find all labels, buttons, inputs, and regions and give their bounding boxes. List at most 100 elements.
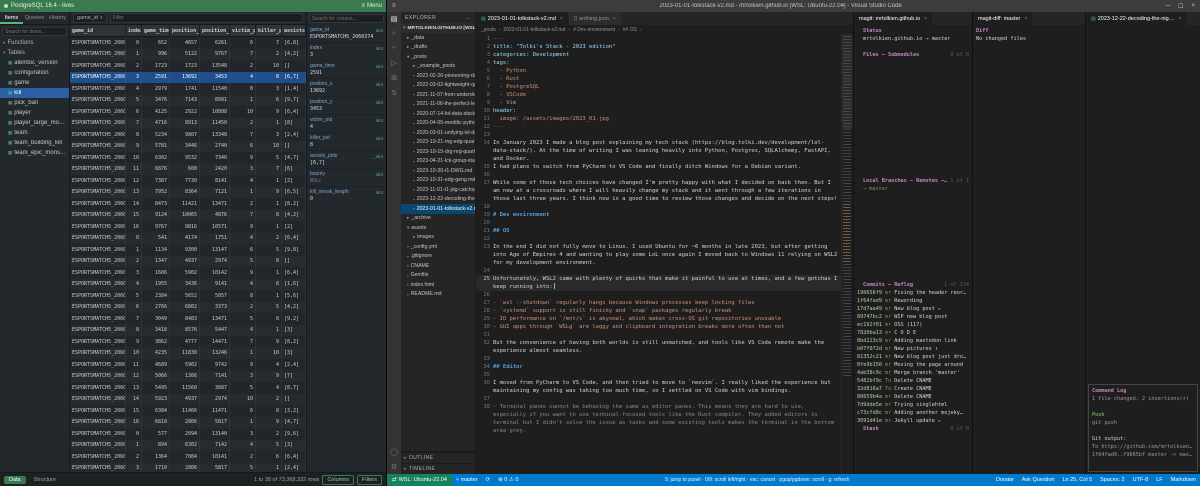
magit-diff-pane[interactable]: Diff No changed files (973, 25, 1085, 474)
column-search-input[interactable] (309, 14, 384, 23)
table-list-item[interactable]: ▦ team (0, 128, 69, 138)
magit-line[interactable]: c73cfd8c mr Adding another mojeky… (857, 409, 969, 417)
minimap[interactable] (841, 34, 853, 474)
grid-row[interactable]: ESPORTSMATCH5_2060334 5 2384 5652 5057 8… (70, 290, 306, 302)
grid-row[interactable]: ESPORTSMATCH5_2060375 1 894 6302 7142 4 … (70, 440, 306, 452)
statusbar-item[interactable]: ⟳ (482, 477, 495, 483)
tree-item[interactable]: ▪ 2022-03-02-lightweight-qa-buil… (401, 81, 475, 91)
detail-field[interactable]: game_time int4 2591 (307, 61, 386, 79)
tree-item[interactable]: ▪ .gitignore (401, 252, 475, 262)
tree-item[interactable]: ▪ 2023-10-21-mg-edg-quarterfin… (401, 138, 475, 148)
more-actions-icon[interactable]: … (466, 15, 472, 21)
grid-row[interactable]: ESPORTSMATCH5_2060374 1 996 5122 9767 7 … (70, 49, 306, 61)
magit-line[interactable]: Status (857, 27, 969, 35)
tree-item[interactable]: ▪ CNAME (401, 261, 475, 271)
tree-item[interactable]: ▾ assets (401, 223, 475, 233)
grid-row[interactable]: ESPORTSMATCH5_2060334 12 5066 1366 7141 … (70, 371, 306, 383)
statusbar-item[interactable]: Spaces: 2 (1096, 477, 1128, 483)
grid-row[interactable]: ESPORTSMATCH5_2060334 3 1606 5902 10142 … (70, 267, 306, 279)
tree-item[interactable]: ▸ _example_posts (401, 62, 475, 72)
timeline-section[interactable]: ▸ TIMELINE (401, 463, 475, 474)
tree-item[interactable]: ▪ 2022-02-26-pioneering-data-dri… (401, 71, 475, 81)
functions-section-header[interactable]: ▸ Functions (0, 38, 69, 48)
editor-tab[interactable]: magit-diff: master × (973, 12, 1033, 25)
grid-row[interactable]: ESPORTSMATCH5_2060374 10 6302 9532 7340 … (70, 152, 306, 164)
magit-line[interactable]: 3091d41e mr Jekyll update ✏ (857, 417, 969, 425)
magit-line[interactable]: ec192f01 mr OSS (117) (857, 321, 969, 329)
grid-row[interactable]: ESPORTSMATCH5_2060334 1 1134 9300 13147 … (70, 244, 306, 256)
magit-line[interactable]: Files — Submodules 0 of 0 (857, 51, 969, 59)
magit-line[interactable]: 0fe9b150 mr Moving the page around (857, 361, 969, 369)
editor-area[interactable]: 1 --- 2 title: "Tolki's Stack - 2023 edi… (476, 34, 853, 474)
grid-row[interactable]: ESPORTSMATCH5_2060334 9 3862 4777 14471 … (70, 336, 306, 348)
table-list-item[interactable]: ▦ player (0, 108, 69, 118)
grid-column-header[interactable]: assists_p (282, 25, 306, 36)
grid-row[interactable]: ESPORTSMATCH5_2060374 16 9767 9816 10571… (70, 221, 306, 233)
magit-line[interactable]: 196656f9 mr Fixing the header reor… (857, 289, 969, 297)
tree-item[interactable]: ▪ 2020-07-14-lol-data-stack.md (401, 109, 475, 119)
magit-line[interactable]: b07f072d mr New pictures ↑ (857, 345, 969, 353)
magit-line[interactable]: Local Branches — Remotes — Tags 1 of 1 (857, 177, 969, 185)
magit-line[interactable]: 81352c21 mr New blog post just dro… (857, 353, 969, 361)
run-debug-icon[interactable]: ▷ (391, 59, 396, 67)
table-list-item[interactable]: ▦ kill (0, 88, 69, 98)
grid-column-header[interactable]: game_time (142, 25, 170, 36)
sidebar-tab[interactable]: History (46, 12, 69, 24)
minimize-icon[interactable]: ─ (1166, 3, 1170, 10)
grid-row[interactable]: ESPORTSMATCH5_2060334 11 4689 5902 9742 … (70, 359, 306, 371)
tree-item[interactable]: ▪ 2023-10-30-t1-DWG.md (401, 166, 475, 176)
detail-field[interactable]: assists_pids _int4 [6,7] (307, 151, 386, 169)
tree-item[interactable]: ▪ 2023-04-21-lck-group-stage… (401, 157, 475, 167)
grid-row[interactable]: ESPORTSMATCH5_2060374 15 9124 10065 4876… (70, 210, 306, 222)
grid-row[interactable]: ESPORTSMATCH5_2060375 2 1364 7084 10141 … (70, 451, 306, 463)
detail-field[interactable]: killer_pid int4 8 (307, 133, 386, 151)
tree-item[interactable]: ▪ 2021-11-06-the-perfect-league… (401, 100, 475, 110)
editor-tab[interactable]: ▤ 2023-12-22-decoding-the-nig… × (1086, 12, 1187, 25)
grid-row[interactable]: ESPORTSMATCH5_2060375 3 1710 2806 5817 5… (70, 463, 306, 473)
magit-line[interactable]: 89747bc2 mr WIP new blog post (857, 313, 969, 321)
accounts-icon[interactable]: ◯ (390, 448, 398, 456)
grid-column-header[interactable]: killer_pid (256, 25, 282, 36)
tree-item[interactable]: ▪ index.html (401, 280, 475, 290)
magit-line[interactable]: 4ab38c9c mr Merge branch 'master' (857, 369, 969, 377)
detail-field[interactable]: position_x int4 13692 (307, 79, 386, 97)
tree-item[interactable]: ▪ README.md (401, 290, 475, 300)
tree-item[interactable]: ▪ Gemfile (401, 271, 475, 281)
magit-line[interactable]: 7d9dde5e mr Trying singlehtml (857, 401, 969, 409)
grid-row[interactable]: ESPORTSMATCH5_2060374 14 8473 11421 1347… (70, 198, 306, 210)
table-list-item[interactable]: ▦ team_building_kill (0, 138, 69, 148)
tree-item[interactable]: ▪ 2023-01-01-tolkstack-v2.md (401, 204, 475, 214)
workspace-root[interactable]: ▾ MRTOLKIEN.GITHUB.IO [WSL: UBUNTU-22.04… (401, 23, 475, 33)
grid-column-header[interactable]: victim_pid (230, 25, 256, 36)
outline-section[interactable]: ▸ OUTLINE (401, 452, 475, 463)
tree-item[interactable]: ▸ _data (401, 33, 475, 43)
grid-row[interactable]: ESPORTSMATCH5_2060334 7 3049 8483 13471 … (70, 313, 306, 325)
editor-tab[interactable]: ▤ 2023-01-01-tolkstack-v2.md × (476, 12, 569, 25)
items-search-input[interactable] (2, 27, 67, 36)
db-status-button[interactable]: Columns (322, 475, 354, 485)
close-tab-icon[interactable]: × (560, 16, 563, 22)
statusbar-item[interactable]: Donate (992, 477, 1018, 483)
table-list-item[interactable]: ▦ alembic_version (0, 58, 69, 68)
menu-icon[interactable]: ≡ (392, 3, 396, 9)
close-icon[interactable]: × (1191, 3, 1195, 10)
breadcrumb-item[interactable]: 2023-01-01-tolkstack-v2.md (503, 27, 573, 33)
statusbar-item[interactable]: ⊗ 0 ⚠ 0 (494, 477, 522, 483)
grid-row[interactable]: ESPORTSMATCH5_2060334 4 1955 3436 9141 4… (70, 279, 306, 291)
close-tab-icon[interactable]: × (1178, 16, 1181, 22)
grid-row[interactable]: ESPORTSMATCH5_2060374 6 4125 2922 10808 … (70, 106, 306, 118)
detail-field[interactable]: game_id text ESPORTSMATCH5_2060374 (307, 25, 386, 43)
grid-row[interactable]: ESPORTSMATCH5_2060334 6 2766 6802 3373 2… (70, 302, 306, 314)
tree-item[interactable]: ▸ _archive (401, 214, 475, 224)
detail-field[interactable]: position_y int4 3453 (307, 97, 386, 115)
detail-field[interactable]: victim_pid int4 4 (307, 115, 386, 133)
grid-row[interactable]: ESPORTSMATCH5_2060374 12 7387 7730 8141 … (70, 175, 306, 187)
table-list-item[interactable]: ▦ configuration (0, 68, 69, 78)
db-menu-button[interactable]: ≡ Menu (361, 3, 382, 9)
magit-line[interactable]: 8bd223c9 mr Adding mastodon link (857, 337, 969, 345)
files-icon[interactable]: ▤ (391, 15, 398, 23)
command-log-pane[interactable]: Command Log 1 file changed, 2 insertions… (1088, 384, 1198, 472)
sidebar-tab[interactable]: Items (0, 12, 23, 24)
close-tab-icon[interactable]: × (924, 16, 927, 22)
db-status-tab[interactable]: Data (4, 476, 26, 484)
